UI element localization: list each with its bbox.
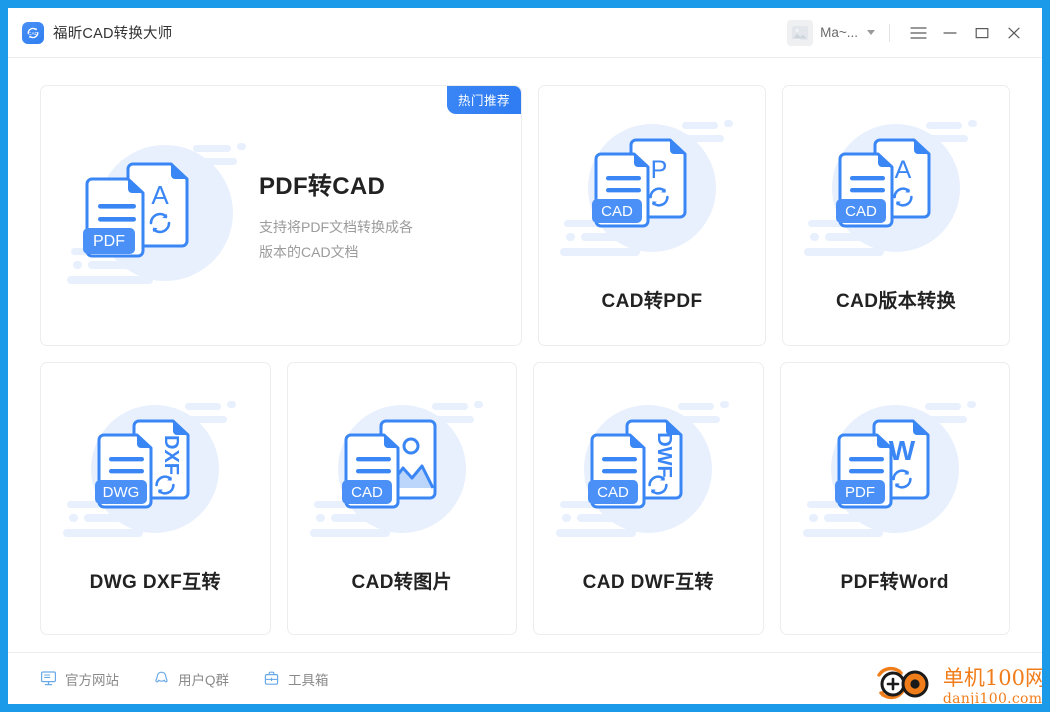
feature-card-title: PDF转Word: [840, 572, 949, 593]
front-label-text: CAD: [351, 484, 383, 501]
feature-grid: 热门推荐 A PDF PDF转CAD 支持将PDF文档转换成各 版本的CAD文档…: [8, 58, 1042, 652]
footer-item-toolbox[interactable]: 工具箱: [263, 669, 329, 689]
hot-recommend-badge: 热门推荐: [446, 86, 521, 114]
back-glyph-letter: DWF: [653, 432, 675, 478]
feature-row-1: 热门推荐 A PDF PDF转CAD 支持将PDF文档转换成各 版本的CAD文档…: [40, 85, 1010, 346]
back-glyph-letter: W: [889, 435, 916, 466]
app-title: 福昕CAD转换大师: [53, 26, 173, 42]
watermark-url: danji100.com: [942, 690, 1042, 705]
danji100-logo-icon: [873, 663, 939, 704]
footer-item-label: 用户Q群: [178, 672, 230, 688]
monitor-icon: [40, 670, 57, 687]
footer-item-label: 官方网站: [65, 672, 119, 688]
footer-item-label: 工具箱: [288, 672, 329, 688]
broken-image-avatar-icon: [787, 19, 814, 46]
front-label-text: CAD: [845, 203, 877, 220]
qq-penguin-icon: [153, 670, 170, 687]
account-name: Ma~...: [820, 25, 858, 40]
hero-description-line-1: 支持将PDF文档转换成各: [259, 219, 413, 235]
cad-dwf-illustration: DWF CAD: [544, 393, 752, 563]
minimize-icon[interactable]: [934, 17, 966, 49]
dwg-dxf-illustration: DXF DWG: [51, 393, 259, 563]
pdf-to-cad-illustration: A PDF: [41, 131, 249, 301]
back-glyph-letter: P: [651, 156, 668, 184]
hero-description-line-2: 版本的CAD文档: [259, 244, 359, 260]
feature-card-pdf-to-word[interactable]: W PDF PDF转Word: [779, 362, 1010, 635]
title-divider: [889, 23, 890, 42]
feature-card-title: CAD版本转换: [836, 291, 956, 312]
back-glyph-letter: A: [151, 180, 169, 210]
chevron-down-icon[interactable]: [867, 30, 875, 35]
feature-card-title: CAD转图片: [351, 572, 453, 593]
cad-convert-logo-icon: CAD: [22, 21, 44, 44]
feature-card-dwg-dxf[interactable]: DXF DWG DWG DXF互转: [40, 362, 271, 635]
front-label-text: PDF: [93, 233, 125, 250]
hamburger-menu-icon[interactable]: [902, 17, 934, 49]
feature-card-title: DWG DXF互转: [89, 572, 221, 593]
footer-item-official-website[interactable]: 官方网站: [40, 669, 119, 689]
cad-version-convert-illustration: A CAD: [792, 112, 1000, 282]
account-menu[interactable]: Ma~...: [787, 19, 875, 46]
feature-card-title: CAD DWF互转: [582, 572, 714, 593]
hero-title: PDF转CAD: [259, 173, 386, 200]
front-label-text: CAD: [597, 484, 629, 501]
hero-text-block: PDF转CAD 支持将PDF文档转换成各 版本的CAD文档: [249, 166, 413, 265]
cad-to-pdf-illustration: P CAD: [548, 112, 756, 282]
title-bar: CAD 福昕CAD转换大师 Ma~...: [8, 8, 1042, 58]
front-label-text: DWG: [103, 484, 140, 501]
back-glyph-letter: DXF: [160, 435, 182, 475]
footer-bar: 官方网站 用户Q群 工具箱 单机100网 danji100.com: [8, 652, 1042, 704]
application-window: CAD 福昕CAD转换大师 Ma~... 热门推荐 A PDF PDF转CAD …: [8, 8, 1042, 704]
feature-card-pdf-to-cad[interactable]: 热门推荐 A PDF PDF转CAD 支持将PDF文档转换成各 版本的CAD文档: [40, 85, 522, 346]
feature-row-2: DXF DWG DWG DXF互转 CAD CAD转图片 DWF CAD CAD…: [40, 362, 1010, 635]
footer-item-qq-group[interactable]: 用户Q群: [153, 669, 229, 689]
hero-description: 支持将PDF文档转换成各 版本的CAD文档: [259, 215, 413, 265]
feature-card-cad-version-convert[interactable]: A CAD CAD版本转换: [782, 85, 1010, 346]
feature-card-title: CAD转PDF: [601, 291, 703, 312]
feature-card-cad-dwf[interactable]: DWF CAD CAD DWF互转: [533, 362, 764, 635]
front-label-text: CAD: [601, 203, 633, 220]
feature-card-cad-to-image[interactable]: CAD CAD转图片: [286, 362, 517, 635]
watermark: 单机100网 danji100.com: [873, 663, 1042, 704]
toolbox-icon: [263, 670, 280, 687]
watermark-text: 单机100网 danji100.com: [942, 665, 1042, 705]
back-glyph-letter: A: [895, 156, 912, 184]
cad-to-image-illustration: CAD: [298, 393, 506, 563]
close-icon[interactable]: [998, 17, 1030, 49]
maximize-icon[interactable]: [966, 17, 998, 49]
front-label-text: PDF: [845, 484, 875, 501]
pdf-to-word-illustration: W PDF: [791, 393, 999, 563]
watermark-title: 单机100网: [942, 665, 1042, 690]
feature-card-cad-to-pdf[interactable]: P CAD CAD转PDF: [538, 85, 766, 346]
svg-text:CAD: CAD: [28, 31, 38, 36]
